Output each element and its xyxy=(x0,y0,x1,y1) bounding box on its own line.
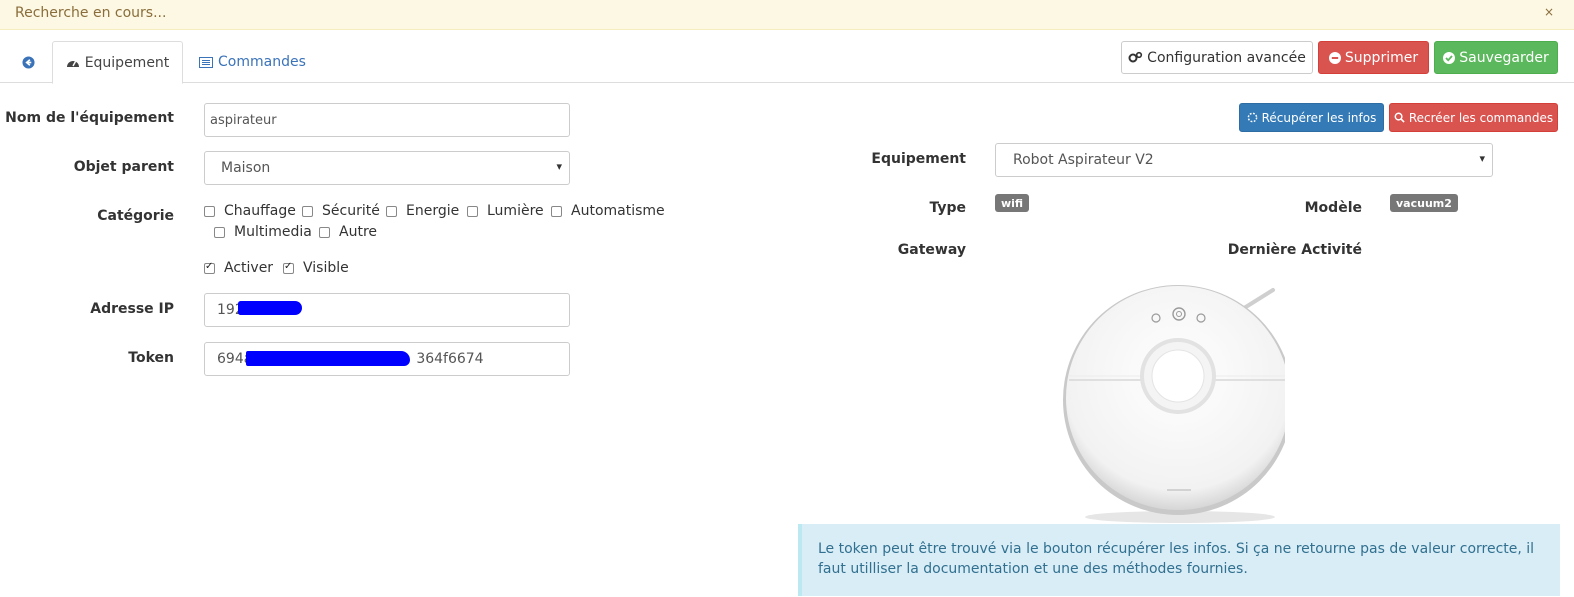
category-lumiere[interactable]: Lumière xyxy=(467,203,544,219)
parent-value: Maison xyxy=(221,160,271,176)
tab-commandes-label: Commandes xyxy=(218,54,306,70)
token-info-box: Le token peut être trouvé via le bouton … xyxy=(798,524,1560,596)
fetch-info-button[interactable]: Récupérer les infos xyxy=(1239,103,1384,132)
checkbox-icon xyxy=(319,226,330,238)
category-multimedia-label: Multimedia xyxy=(234,224,312,240)
robot-vacuum-image xyxy=(1063,285,1285,523)
checkbox-icon xyxy=(204,205,215,217)
category-automatisme-label: Automatisme xyxy=(571,203,665,219)
search-icon xyxy=(1394,112,1405,123)
redaction-mark xyxy=(238,301,302,315)
token-suffix: 364f6674 xyxy=(416,351,484,367)
tab-equipement-label: Equipement xyxy=(84,54,170,71)
enable-checkbox[interactable]: Activer xyxy=(204,260,273,276)
visible-checkbox[interactable]: Visible xyxy=(283,260,349,276)
tab-equipement[interactable]: Equipement xyxy=(52,41,183,84)
close-icon[interactable]: × xyxy=(1544,5,1554,19)
spinner-icon xyxy=(1247,112,1258,123)
enable-label: Activer xyxy=(224,260,274,276)
arrow-circle-left-icon xyxy=(21,55,35,69)
category-securite[interactable]: Sécurité xyxy=(302,203,380,219)
recreate-commands-button[interactable]: Recréer les commandes xyxy=(1389,103,1558,132)
model-label: Modèle xyxy=(1304,200,1362,216)
last-activity-label: Dernière Activité xyxy=(1227,242,1362,258)
name-label: Nom de l'équipement xyxy=(5,110,174,126)
checkbox-icon xyxy=(467,205,478,217)
back-tab[interactable] xyxy=(13,41,43,83)
parent-label: Objet parent xyxy=(73,159,174,175)
category-multimedia[interactable]: Multimedia xyxy=(214,224,312,240)
advanced-config-label: Configuration avancée xyxy=(1147,49,1306,66)
search-alert-bar: Recherche en cours... × xyxy=(0,0,1574,30)
delete-button[interactable]: Supprimer xyxy=(1318,41,1429,74)
device-value: Robot Aspirateur V2 xyxy=(1013,152,1154,168)
recreate-commands-label: Recréer les commandes xyxy=(1408,110,1554,125)
alert-message: Recherche en cours... xyxy=(15,5,167,21)
check-circle-icon xyxy=(1443,51,1456,64)
checkbox-icon xyxy=(551,205,562,217)
checkbox-icon xyxy=(386,205,397,217)
parent-select[interactable]: Maison xyxy=(204,151,570,185)
save-button[interactable]: Sauvegarder xyxy=(1434,41,1558,74)
dashboard-icon xyxy=(66,57,80,69)
category-energie-label: Energie xyxy=(406,203,460,219)
model-badge: vacuum2 xyxy=(1390,194,1458,212)
type-label: Type xyxy=(929,200,966,216)
category-autre-label: Autre xyxy=(339,224,378,240)
gateway-label: Gateway xyxy=(897,242,966,258)
checkbox-icon xyxy=(302,205,313,217)
category-label: Catégorie xyxy=(97,208,174,224)
token-label: Token xyxy=(128,350,174,366)
delete-label: Supprimer xyxy=(1344,49,1419,66)
ip-label: Adresse IP xyxy=(90,301,174,317)
fetch-info-label: Récupérer les infos xyxy=(1261,110,1377,125)
category-chauffage[interactable]: Chauffage xyxy=(204,203,296,219)
redaction-mark xyxy=(246,351,410,366)
type-badge: wifi xyxy=(995,194,1030,212)
visible-label: Visible xyxy=(303,260,349,276)
category-automatisme[interactable]: Automatisme xyxy=(551,203,665,219)
checkbox-checked-icon xyxy=(204,261,215,274)
checkbox-icon xyxy=(214,226,225,238)
category-autre[interactable]: Autre xyxy=(319,224,377,240)
device-select[interactable]: Robot Aspirateur V2 xyxy=(995,143,1493,177)
gears-icon xyxy=(1128,51,1143,64)
advanced-config-button[interactable]: Configuration avancée xyxy=(1121,41,1313,74)
category-securite-label: Sécurité xyxy=(322,203,380,219)
minus-circle-icon xyxy=(1328,51,1341,64)
category-energie[interactable]: Energie xyxy=(386,203,459,219)
tab-commandes[interactable]: Commandes xyxy=(199,41,306,83)
checkbox-checked-icon xyxy=(283,261,294,274)
device-label: Equipement xyxy=(871,151,966,167)
category-lumiere-label: Lumière xyxy=(487,203,544,219)
category-chauffage-label: Chauffage xyxy=(224,203,296,219)
save-label: Sauvegarder xyxy=(1459,49,1549,66)
list-icon xyxy=(199,56,213,68)
name-field[interactable]: aspirateur xyxy=(204,103,570,137)
